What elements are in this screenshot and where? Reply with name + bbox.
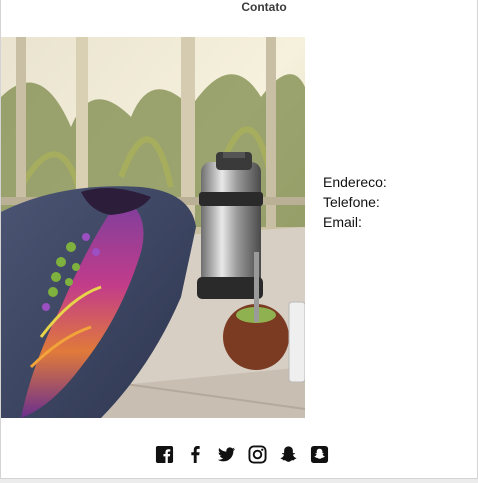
facebook-square-icon[interactable]: [155, 445, 174, 464]
instagram-icon[interactable]: [248, 444, 267, 464]
page-title: Contato: [241, 0, 287, 14]
contact-details: Endereco: Telefone: Email:: [323, 172, 387, 232]
address-label: Endereco:: [323, 174, 387, 190]
phone-label: Telefone:: [323, 194, 380, 210]
contact-photo: [1, 37, 305, 418]
scrollbar-track[interactable]: [0, 479, 478, 483]
facebook-f-icon[interactable]: [186, 445, 205, 464]
social-links: [155, 444, 329, 464]
snapchat-ghost-icon[interactable]: [279, 445, 298, 464]
twitter-icon[interactable]: [217, 445, 236, 464]
snapchat-square-icon[interactable]: [310, 445, 329, 464]
email-label: Email:: [323, 214, 362, 230]
